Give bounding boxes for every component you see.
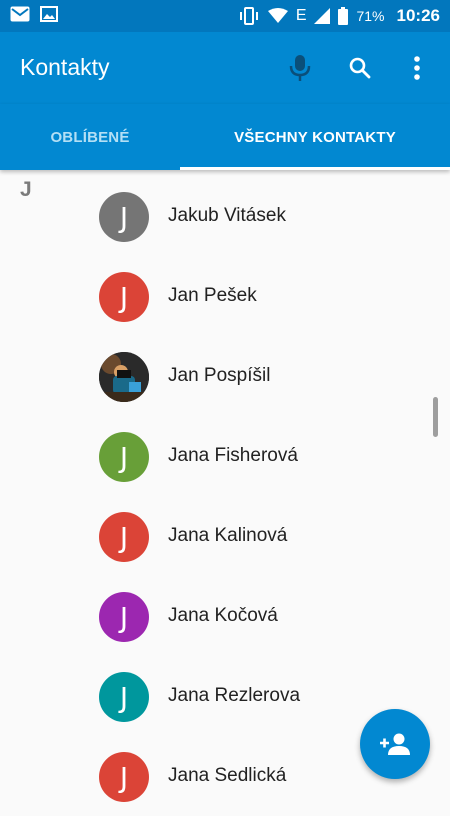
add-contact-button[interactable]	[360, 709, 430, 779]
tab-all-contacts[interactable]: VŠECHNY KONTAKTY	[180, 104, 450, 170]
contact-avatar: J	[99, 512, 149, 562]
contact-row[interactable]: J Jana Kočová	[0, 576, 450, 656]
contact-avatar: J	[99, 272, 149, 322]
contact-name: Jan Pospíšil	[168, 365, 271, 386]
contact-photo	[99, 352, 149, 402]
signal-icon	[314, 8, 331, 24]
more-options-button[interactable]	[399, 50, 435, 86]
battery-level: 71%	[356, 8, 385, 24]
mic-icon	[289, 55, 311, 81]
contact-name: Jana Fisherová	[168, 445, 298, 466]
tab-bar: OBLÍBENÉ VŠECHNY KONTAKTY	[0, 104, 450, 170]
gallery-icon	[40, 6, 58, 22]
contact-name: Jana Rezlerova	[168, 685, 301, 706]
search-icon	[349, 57, 371, 79]
contact-name: Jana Kočová	[168, 605, 278, 626]
gmail-icon	[10, 6, 30, 22]
contact-name: Jan Pešek	[168, 285, 257, 306]
contact-row[interactable]: J Jakub Vitásek	[0, 176, 450, 256]
contact-row[interactable]: J Jana Kalinová	[0, 496, 450, 576]
clock: 10:26	[396, 6, 440, 25]
vibrate-icon	[239, 7, 258, 25]
contact-row[interactable]: Jan Pospíšil	[0, 336, 450, 416]
contact-row[interactable]: J Jana Fisherová	[0, 416, 450, 496]
search-button[interactable]	[342, 50, 378, 86]
app-bar: Kontakty	[0, 32, 450, 104]
contact-name: Jana Sedlická	[168, 765, 287, 786]
tab-indicator	[180, 167, 450, 170]
contact-avatar: J	[99, 672, 149, 722]
tab-favorites[interactable]: OBLÍBENÉ	[0, 104, 180, 170]
contact-name: Jakub Vitásek	[168, 205, 286, 226]
wifi-icon	[267, 8, 288, 23]
contact-avatar: J	[99, 192, 149, 242]
page-title: Kontakty	[20, 54, 110, 80]
contact-avatar: J	[99, 432, 149, 482]
voice-search-button[interactable]	[282, 50, 318, 86]
network-type: E	[295, 7, 307, 24]
contact-row[interactable]: J Jan Pešek	[0, 256, 450, 336]
add-contact-icon	[380, 733, 410, 755]
contact-avatar: J	[99, 592, 149, 642]
notification-icons	[10, 6, 58, 22]
contact-avatar: J	[99, 752, 149, 802]
scrollbar[interactable]	[433, 397, 438, 437]
photo-image	[99, 352, 149, 402]
contact-name: Jana Kalinová	[168, 525, 288, 546]
more-vert-icon	[414, 56, 420, 80]
battery-icon	[338, 7, 349, 25]
status-bar: E 71% 10:26	[0, 0, 450, 32]
